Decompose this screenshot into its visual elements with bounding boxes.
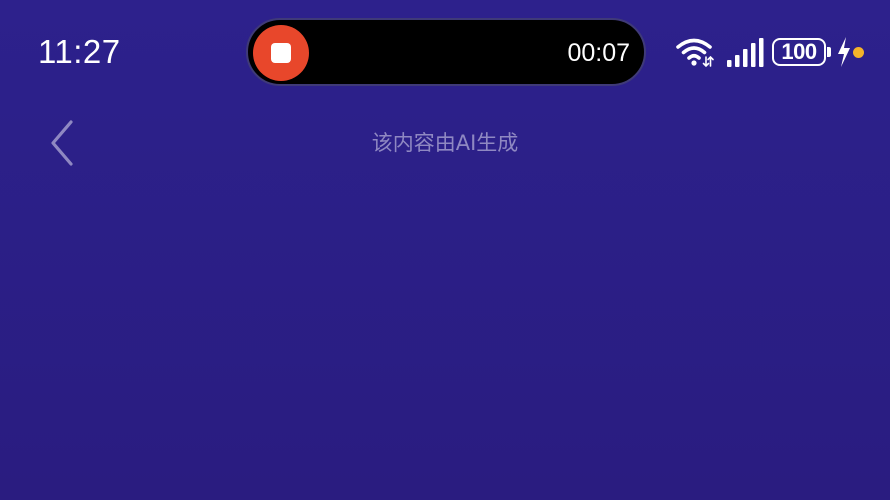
stop-recording-button[interactable] xyxy=(253,25,309,81)
cellular-signal-icon xyxy=(727,38,764,67)
status-clock: 11:27 xyxy=(38,33,121,70)
stop-icon xyxy=(271,43,291,63)
battery-indicator: 100 xyxy=(772,38,834,68)
content-area xyxy=(0,180,890,500)
battery-level: 100 xyxy=(781,39,817,64)
charging-dot xyxy=(853,47,864,58)
battery-tip xyxy=(827,47,831,57)
recording-timer: 00:07 xyxy=(567,39,630,67)
page-title: 该内容由AI生成 xyxy=(371,131,519,155)
status-bar: 11:27 00:07 100 xyxy=(0,0,890,100)
screen-recording-pill[interactable]: 00:07 xyxy=(246,18,646,86)
lightning-bolt-icon xyxy=(838,37,850,67)
wifi-icon xyxy=(676,38,714,68)
